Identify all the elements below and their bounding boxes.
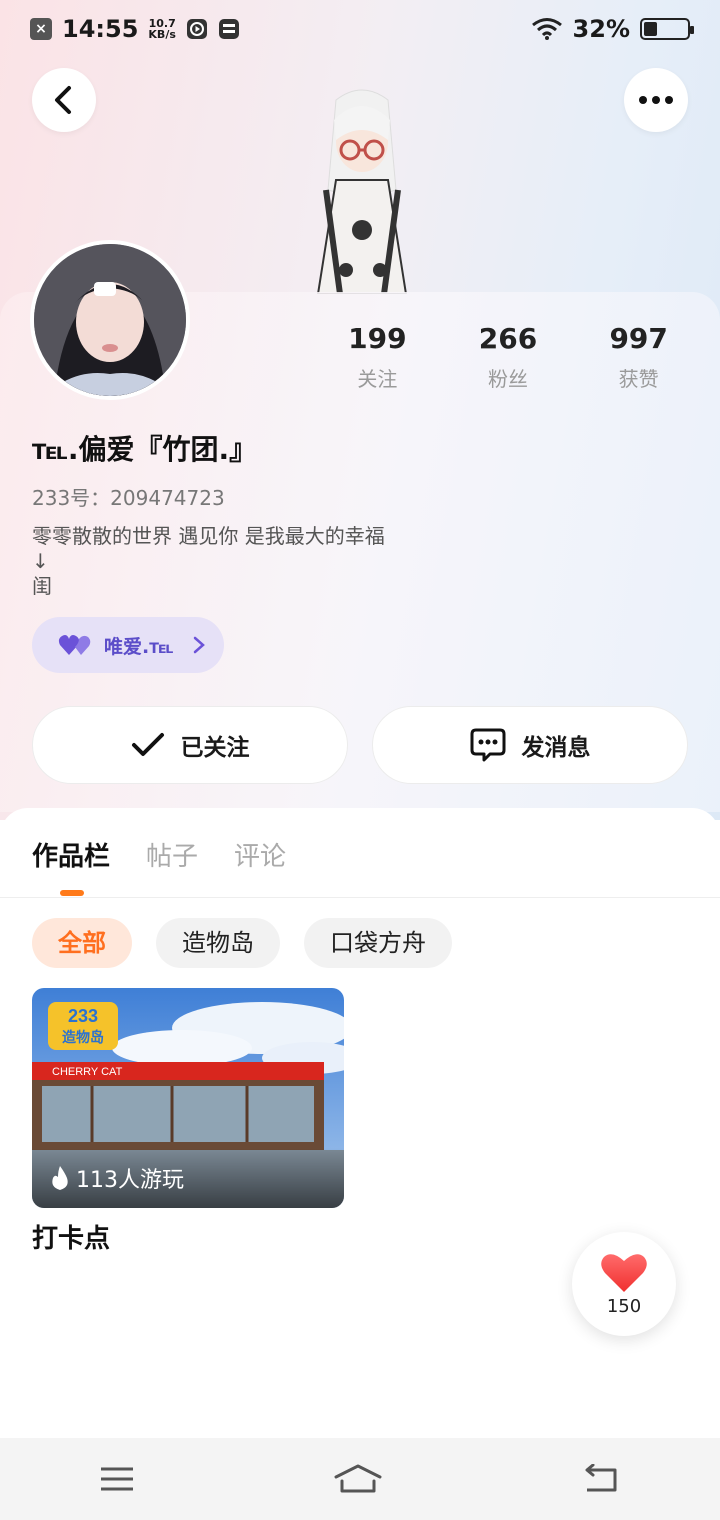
flame-icon: [52, 1166, 68, 1190]
battery-level: [644, 22, 658, 36]
followed-button[interactable]: 已关注: [32, 706, 348, 784]
profile-tag-pill[interactable]: 唯爱.℡: [32, 617, 224, 673]
wifi-icon: [531, 18, 562, 40]
back-button[interactable]: [32, 68, 96, 132]
profile-tabs: 作品栏 帖子 评论: [32, 836, 286, 883]
status-bar: × 14:55 10.7 KB/s 32%: [0, 0, 720, 58]
chat-bubble-icon: [470, 728, 505, 762]
chip-creation-island[interactable]: 造物岛: [156, 918, 280, 968]
menu-icon[interactable]: [99, 1465, 135, 1493]
back-nav-icon[interactable]: [581, 1464, 621, 1494]
user-id: 233号：209474723: [32, 486, 225, 510]
battery-percent: 32%: [572, 15, 630, 43]
stat-followers[interactable]: 266 粉丝: [443, 322, 574, 392]
status-time: 14:55: [62, 15, 139, 43]
work-plays: 113人游玩: [32, 1148, 344, 1208]
home-icon[interactable]: [333, 1463, 383, 1495]
chip-all[interactable]: 全部: [32, 918, 132, 968]
more-dots-icon: [639, 96, 673, 104]
system-nav-bar: [0, 1438, 720, 1520]
profile-stats: 199 关注 266 粉丝 997 获赞: [312, 322, 704, 392]
work-card[interactable]: CHERRY CAT 233 造物岛 113人游玩: [32, 988, 344, 1208]
thumb-logo-bottom: 造物岛: [62, 1029, 104, 1046]
avatar-character-figure: [316, 89, 408, 294]
chip-pocket-ark[interactable]: 口袋方舟: [304, 918, 452, 968]
tag-label: 唯爱.℡: [104, 635, 174, 658]
more-button[interactable]: [624, 68, 688, 132]
chevron-right-icon: [193, 636, 205, 654]
checkmark-icon: [131, 733, 164, 756]
work-title[interactable]: 打卡点: [32, 1218, 110, 1255]
like-count: 150: [606, 1295, 642, 1317]
chevron-left-icon: [55, 86, 71, 114]
double-heart-icon: [58, 635, 91, 655]
stat-likes[interactable]: 997 获赞: [573, 322, 704, 392]
tabs-divider: [0, 897, 720, 898]
play-notification-icon: [186, 19, 207, 39]
thumb-logo-top: 233: [68, 1006, 98, 1026]
app-notification-icon: [218, 19, 239, 39]
no-sim-icon: ×: [30, 18, 52, 40]
tab-works[interactable]: 作品栏: [32, 836, 110, 883]
tab-active-indicator: [60, 890, 84, 896]
battery-icon: [640, 18, 694, 40]
stat-following[interactable]: 199 关注: [312, 322, 443, 392]
message-button[interactable]: 发消息: [372, 706, 688, 784]
user-bio: 零零散散的世界 遇见你 是我最大的幸福 ↓ 闺: [32, 524, 385, 598]
tab-comments[interactable]: 评论: [234, 836, 286, 883]
heart-icon: [601, 1253, 647, 1292]
tab-posts[interactable]: 帖子: [146, 836, 198, 883]
net-speed: 10.7 KB/s: [148, 17, 176, 41]
username: ℡.偏爱『竹团.』: [32, 433, 258, 466]
avatar-photo: [34, 244, 186, 396]
user-avatar[interactable]: [30, 240, 190, 400]
filter-chips: 全部 造物岛 口袋方舟: [32, 918, 452, 968]
thumb-sign: CHERRY CAT: [52, 1066, 123, 1078]
like-float-button[interactable]: 150: [572, 1232, 676, 1336]
